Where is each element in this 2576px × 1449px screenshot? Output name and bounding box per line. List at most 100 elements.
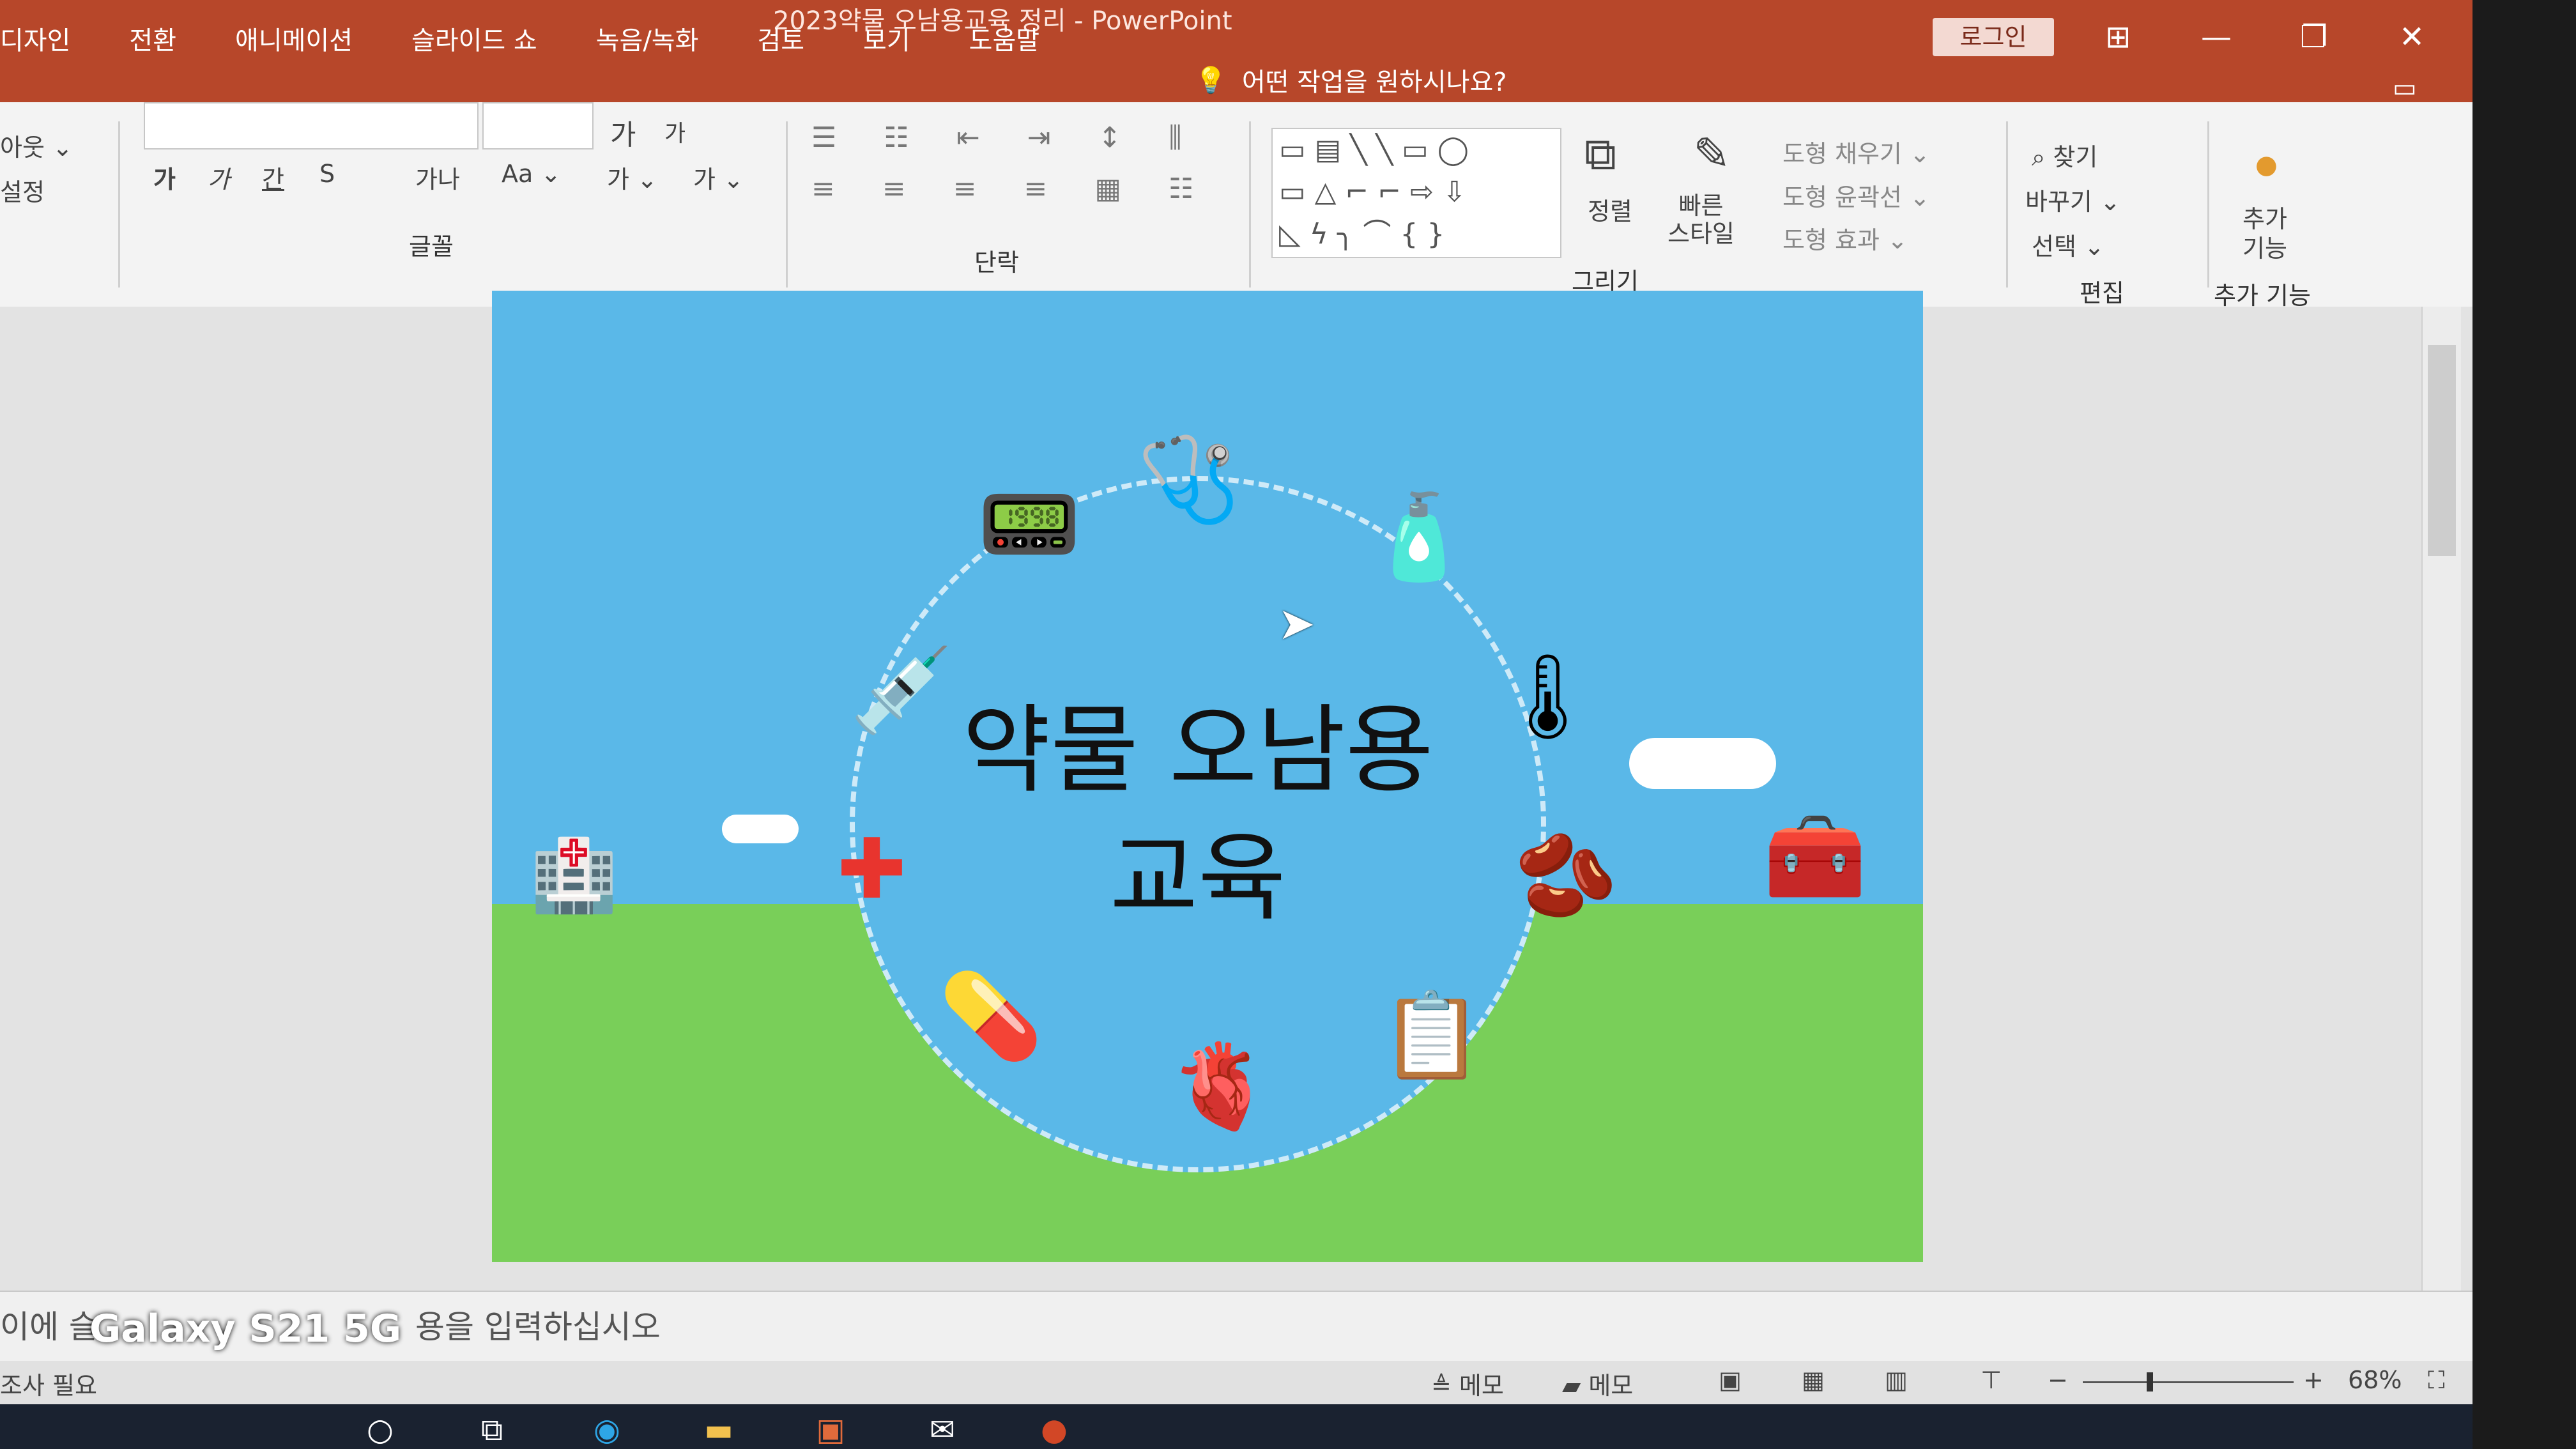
font-size-box[interactable] bbox=[482, 102, 594, 150]
notes-placeholder-left: 이에 슬 bbox=[0, 1308, 98, 1346]
zoom-level[interactable]: 68% bbox=[2348, 1366, 2402, 1394]
normal-view-icon[interactable]: ▣ bbox=[1719, 1366, 1742, 1394]
status-bar: 조사 필요 ≜ 메모 ▰ 메모 ▣ ▦ ▥ ⊤ − + 68% ⛶ bbox=[0, 1361, 2472, 1404]
font-group-label: 글꼴 bbox=[409, 233, 454, 261]
slide-sorter-icon[interactable]: ▦ bbox=[1802, 1366, 1825, 1394]
slideshow-view-icon[interactable]: ⊤ bbox=[1981, 1366, 2002, 1394]
capsule-icon: 💊 bbox=[939, 967, 1043, 1064]
powerpoint-window: 2023약물 오남용교육 정리 - PowerPoint 로그인 ⊞ — ❐ ✕… bbox=[0, 0, 2472, 1449]
powerpoint-icon[interactable]: ● bbox=[1032, 1412, 1077, 1449]
tab-help[interactable]: 도움말 bbox=[969, 20, 1039, 57]
ribbon-tabs: 디자인 전환 애니메이션 슬라이드 쇼 녹음/녹화 검토 보기 도움말 bbox=[0, 13, 1098, 64]
font-color-button[interactable]: 가 ⌄ bbox=[693, 160, 744, 195]
heart-organ-icon: 🫀 bbox=[1169, 1038, 1273, 1135]
tell-me-box[interactable]: 💡 어떤 작업을 원하시나요? bbox=[1195, 61, 1506, 98]
zoom-in-button[interactable]: + bbox=[2303, 1366, 2324, 1394]
store-icon[interactable]: ▣ bbox=[808, 1412, 853, 1449]
arrange-button[interactable]: 정렬 bbox=[1588, 192, 1632, 227]
divider bbox=[2006, 121, 2008, 288]
red-cross-heart-icon: ✚ bbox=[837, 820, 907, 917]
medical-chart-icon: 📋 bbox=[1380, 986, 1483, 1084]
scroll-thumb[interactable] bbox=[2428, 345, 2456, 556]
mouse-cursor-icon: ➤ bbox=[1278, 597, 1315, 650]
shape-fill-button[interactable]: 도형 채우기 ⌄ bbox=[1782, 134, 1930, 169]
comments-icon[interactable]: ▭ bbox=[2393, 73, 2417, 103]
edge-browser-icon[interactable]: ◉ bbox=[585, 1412, 629, 1449]
pill-bottle-icon: 🧴 bbox=[1367, 488, 1471, 585]
comments-toggle-button[interactable]: ▰ 메모 bbox=[1562, 1366, 1633, 1401]
paragraph-group-label: 단락 bbox=[974, 249, 1019, 277]
reset-button[interactable]: 설정 bbox=[0, 172, 45, 208]
editing-group-label: 편집 bbox=[2080, 279, 2124, 307]
tab-animations[interactable]: 애니메이션 bbox=[235, 20, 353, 57]
file-explorer-icon[interactable]: ▬ bbox=[696, 1412, 741, 1449]
restore-icon[interactable]: ❐ bbox=[2300, 19, 2327, 55]
divider bbox=[2207, 121, 2209, 288]
notes-toggle-button[interactable]: ≜ 메모 bbox=[1431, 1366, 1504, 1401]
shrink-font-button[interactable]: 가 bbox=[664, 115, 686, 148]
layout-button[interactable]: 아웃 ⌄ bbox=[0, 128, 73, 163]
task-view-icon[interactable]: ⧉ bbox=[470, 1412, 514, 1449]
thermometer-icon: 🌡 bbox=[1495, 648, 1601, 745]
addins-icon: ● bbox=[2255, 150, 2278, 180]
hospital-building-icon: 🏥 bbox=[530, 834, 618, 916]
highlight-button[interactable]: 가 ⌄ bbox=[607, 160, 657, 195]
tab-view[interactable]: 보기 bbox=[863, 20, 910, 57]
reading-view-icon[interactable]: ▥ bbox=[1885, 1366, 1908, 1394]
list-buttons[interactable]: ☰ ☷ ⇤ ⇥ ↕ ⫼ bbox=[811, 121, 1201, 154]
windows-taskbar: ○ ⧉ ◉ ▬ ▣ ✉ ● bbox=[0, 1404, 2472, 1449]
quick-styles-button[interactable]: 빠른 스타일 bbox=[1667, 192, 1735, 248]
slide-canvas[interactable]: 🩺 🧴 🌡 🫘 📋 🫀 💊 ✚ 💉 📟 🧰 🏥 약물 오남용 교육 ➤ bbox=[492, 291, 1923, 1262]
fit-slide-icon[interactable]: ⛶ bbox=[2428, 1366, 2445, 1395]
align-buttons[interactable]: ≡ ≡ ≡ ≡ ▦ ☷ bbox=[811, 172, 1213, 205]
divider bbox=[1249, 121, 1251, 288]
login-button[interactable]: 로그인 bbox=[1933, 18, 2054, 56]
tab-slideshow[interactable]: 슬라이드 쇼 bbox=[411, 20, 537, 57]
grow-font-button[interactable]: 가 bbox=[610, 112, 636, 153]
close-icon[interactable]: ✕ bbox=[2399, 19, 2425, 55]
zoom-slider[interactable] bbox=[2083, 1372, 2294, 1392]
replace-button[interactable]: 바꾸기 ⌄ bbox=[2025, 182, 2120, 217]
notes-placeholder-right: 용을 입력하십시오 bbox=[415, 1308, 661, 1346]
cloud-decoration bbox=[1629, 738, 1776, 789]
zoom-out-button[interactable]: − bbox=[2048, 1366, 2068, 1394]
underline-button[interactable]: 간 bbox=[262, 160, 284, 195]
arrange-icon[interactable]: ⧉ bbox=[1584, 128, 1616, 181]
vertical-scrollbar[interactable] bbox=[2421, 307, 2461, 1291]
accessibility-status[interactable]: 조사 필요 bbox=[0, 1366, 97, 1401]
search-icon[interactable]: ○ bbox=[358, 1412, 402, 1449]
slide-title[interactable]: 약물 오남용 교육 bbox=[914, 687, 1482, 942]
change-case-button[interactable]: Aa ⌄ bbox=[502, 160, 561, 188]
find-label: 찾기 bbox=[2053, 143, 2098, 171]
shapes-gallery[interactable]: ▭▤╲╲▭◯ ▭△⌐⌐⇨⇩ ◺ϟ╮⌒{} bbox=[1271, 128, 1561, 258]
char-spacing-button[interactable]: 가나 bbox=[415, 160, 460, 195]
tab-review[interactable]: 검토 bbox=[757, 20, 804, 57]
find-button[interactable]: ⌕ 찾기 bbox=[2032, 137, 2097, 172]
tab-recording[interactable]: 녹음/녹화 bbox=[596, 20, 699, 57]
shadow-button[interactable]: S bbox=[319, 160, 335, 188]
tell-me-label: 어떤 작업을 원하시나요? bbox=[1241, 68, 1507, 97]
ribbon: 아웃 ⌄ 설정 가 가 가 가 간 S 가나 Aa ⌄ 가 ⌄ 가 ⌄ 글꼴 ☰… bbox=[0, 102, 2472, 310]
notes-icon: ≜ bbox=[1431, 1372, 1459, 1400]
shape-outline-button[interactable]: 도형 윤곽선 ⌄ bbox=[1782, 178, 1930, 213]
tab-design[interactable]: 디자인 bbox=[0, 20, 70, 57]
mail-icon[interactable]: ✉ bbox=[920, 1412, 965, 1449]
addins-group-label: 추가 기능 bbox=[2214, 282, 2311, 310]
bold-button[interactable]: 가 bbox=[153, 160, 176, 195]
italic-button[interactable]: 가 bbox=[208, 160, 230, 195]
zoom-slider-thumb[interactable] bbox=[2147, 1372, 2153, 1392]
divider bbox=[786, 121, 788, 288]
lightbulb-icon: 💡 bbox=[1195, 65, 1227, 95]
addins-button[interactable]: 추가 기능 bbox=[2242, 204, 2287, 263]
comments-toggle-label: 메모 bbox=[1588, 1372, 1634, 1400]
select-button[interactable]: 선택 ⌄ bbox=[2032, 227, 2104, 262]
tab-transitions[interactable]: 전환 bbox=[129, 20, 176, 57]
font-name-box[interactable] bbox=[144, 102, 479, 150]
heart-monitor-icon: 📟 bbox=[977, 475, 1081, 572]
shape-effects-button[interactable]: 도형 효과 ⌄ bbox=[1782, 220, 1908, 256]
quick-styles-icon[interactable]: ✎ bbox=[1693, 128, 1731, 180]
title-bar: 2023약물 오남용교육 정리 - PowerPoint 로그인 ⊞ — ❐ ✕… bbox=[0, 0, 2472, 103]
divider bbox=[118, 121, 120, 288]
minimize-icon[interactable]: — bbox=[2201, 19, 2232, 55]
ribbon-display-icon[interactable]: ⊞ bbox=[2105, 19, 2131, 55]
